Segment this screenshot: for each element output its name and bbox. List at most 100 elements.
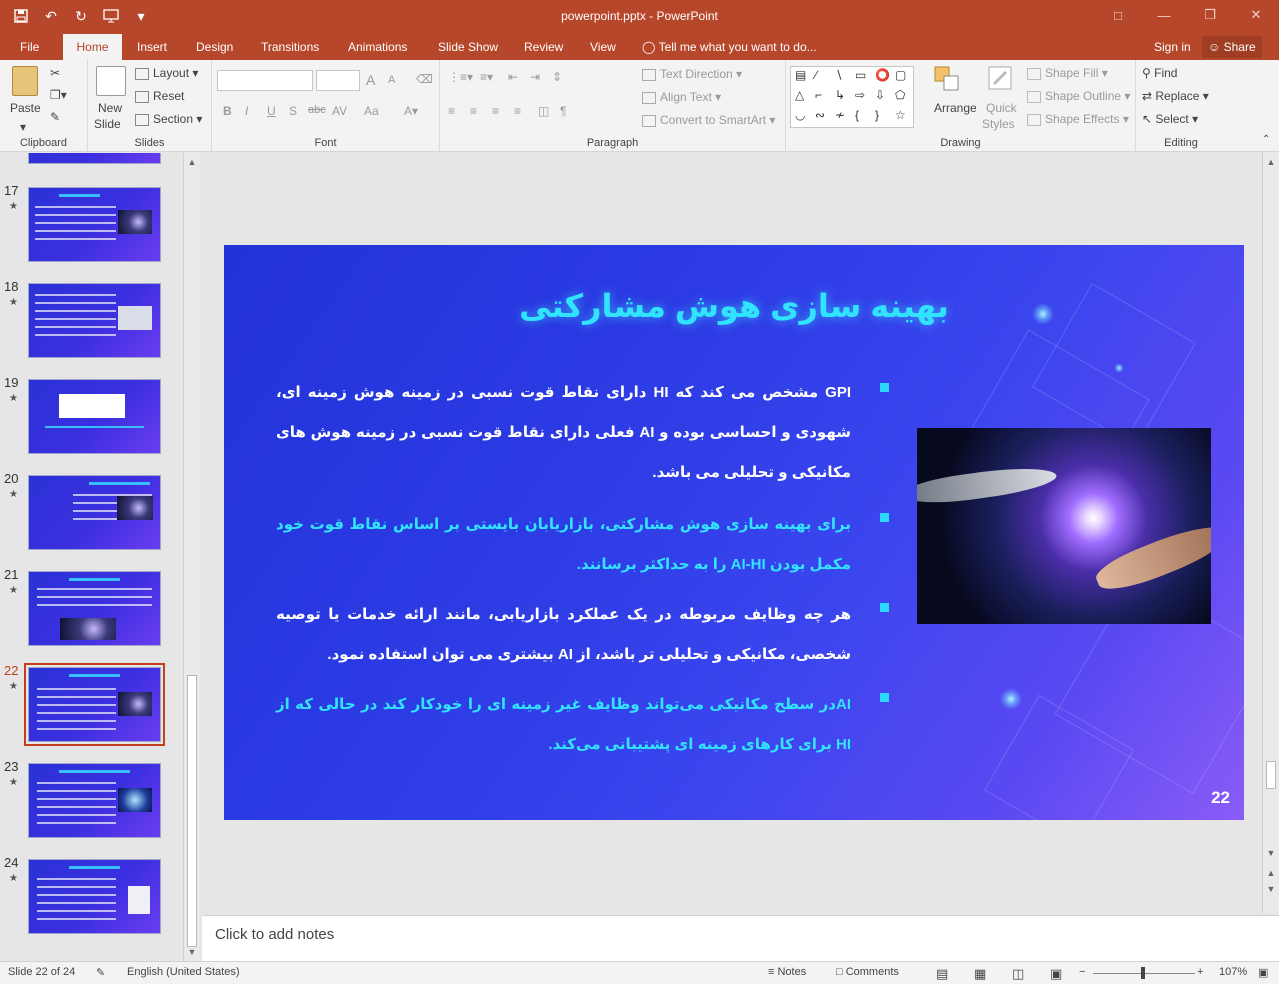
collapse-ribbon-icon[interactable]: ⌃ <box>1262 134 1270 145</box>
tab-home[interactable]: Home <box>63 34 122 60</box>
notes-placeholder[interactable]: Click to add notes <box>215 926 334 943</box>
tell-me-search[interactable]: ◯ Tell me what you want to do... <box>642 34 817 60</box>
slide-thumbnail[interactable] <box>28 475 161 550</box>
slide-thumbnail[interactable] <box>28 283 161 358</box>
tab-view[interactable]: View <box>582 34 624 60</box>
bold-button[interactable]: B <box>223 104 232 118</box>
paste-icon[interactable] <box>12 66 38 96</box>
scroll-up-icon[interactable]: ▲ <box>1263 154 1279 170</box>
slide-thumbnail[interactable] <box>28 187 161 262</box>
new-slide-icon[interactable] <box>96 66 126 96</box>
thumbnail-22[interactable]: 22 ★ <box>0 663 184 759</box>
font-color-icon[interactable]: A▾ <box>404 104 418 118</box>
comments-toggle[interactable]: □ Comments <box>836 966 899 978</box>
paste-button[interactable]: Paste <box>10 101 41 115</box>
char-spacing-button[interactable]: AV <box>332 104 347 118</box>
zoom-slider-handle[interactable] <box>1141 967 1145 979</box>
replace-button[interactable]: ⇄ Replace ▾ <box>1142 89 1209 103</box>
triangle-shape-icon[interactable]: △ <box>795 88 804 102</box>
current-slide[interactable]: بهینه سازی هوش مشارکتی GPI مشخص می کند ک… <box>224 245 1244 820</box>
line2-shape-icon[interactable]: ∖ <box>835 68 843 82</box>
numbering-icon[interactable]: ≡▾ <box>480 70 493 84</box>
scroll-down-icon[interactable]: ▼ <box>184 944 200 960</box>
shape-fill-button[interactable]: Shape Fill ▾ <box>1027 66 1108 80</box>
tab-slide-show[interactable]: Slide Show <box>430 34 506 60</box>
ribbon-display-icon[interactable]: □ <box>1095 0 1141 30</box>
cut-icon[interactable]: ✂ <box>50 66 60 80</box>
align-left-icon[interactable]: ≡ <box>448 104 455 118</box>
notes-toggle[interactable]: ≡ Notes <box>768 966 806 978</box>
text-direction-button[interactable]: Text Direction ▾ <box>642 67 742 81</box>
slide-thumbnail[interactable] <box>28 859 161 934</box>
thumbnail-scrollbar[interactable]: ▲ ▼ <box>183 153 200 961</box>
convert-smartart-button[interactable]: Convert to SmartArt ▾ <box>642 113 775 127</box>
slide-title[interactable]: بهینه سازی هوش مشارکتی <box>224 287 1244 325</box>
decrease-indent-icon[interactable]: ⇤ <box>508 70 518 84</box>
slide-thumbnail[interactable] <box>28 379 161 454</box>
shape-effects-button[interactable]: Shape Effects ▾ <box>1027 112 1129 126</box>
clear-formatting-icon[interactable]: ⌫ <box>416 72 433 86</box>
bullet-text[interactable]: هر چه وظایف مربوطه در یک عملکرد بازاریاب… <box>276 595 851 675</box>
scroll-thumb[interactable] <box>1266 761 1276 789</box>
italic-button[interactable]: I <box>245 104 248 118</box>
bullet-text[interactable]: برای بهینه سازی هوش مشارکتی، بازاریابان … <box>276 505 851 585</box>
new-slide-label[interactable]: Slide <box>94 117 121 131</box>
bullets-icon[interactable]: ⋮≡▾ <box>448 70 473 84</box>
thumbnail-24[interactable]: 24 ★ <box>0 855 184 951</box>
format-painter-icon[interactable]: ✎ <box>50 110 60 124</box>
tab-animations[interactable]: Animations <box>340 34 415 60</box>
thumbnail-21[interactable]: 21 ★ <box>0 567 184 663</box>
next-slide-icon[interactable]: ▼ <box>1263 881 1279 897</box>
change-case-button[interactable]: Aa <box>364 104 379 118</box>
pentagon-shape-icon[interactable]: ⬠ <box>895 88 905 102</box>
find-button[interactable]: ⚲ Find <box>1142 66 1177 80</box>
slide-thumbnail[interactable] <box>28 153 161 164</box>
normal-view-icon[interactable]: ▤ <box>936 966 948 982</box>
strikethrough-button[interactable]: abc <box>308 104 326 116</box>
font-size-combo[interactable] <box>316 70 360 91</box>
quick-styles-icon[interactable] <box>986 64 1016 97</box>
thumbnail-23[interactable]: 23 ★ <box>0 759 184 855</box>
sign-in-link[interactable]: Sign in <box>1154 34 1191 60</box>
spell-check-icon[interactable]: ✎ <box>96 966 105 979</box>
freeform-shape-icon[interactable]: ≁ <box>835 108 845 122</box>
zoom-out-icon[interactable]: − <box>1079 966 1085 978</box>
thumbnail-19[interactable]: 19 ★ <box>0 375 184 471</box>
star-shape-icon[interactable]: ☆ <box>895 108 906 122</box>
shadow-button[interactable]: S <box>289 104 297 118</box>
layout-button[interactable]: Layout ▾ <box>135 66 198 80</box>
brace-right-shape-icon[interactable]: } <box>875 108 879 122</box>
rounded-rect-shape-icon[interactable]: ▢ <box>895 68 906 82</box>
quick-button[interactable]: Quick <box>986 101 1017 115</box>
underline-button[interactable]: U <box>267 104 276 118</box>
down-arrow-shape-icon[interactable]: ⇩ <box>875 88 885 102</box>
align-center-icon[interactable]: ≡ <box>470 104 477 118</box>
tab-insert[interactable]: Insert <box>129 34 175 60</box>
align-text-button[interactable]: Align Text ▾ <box>642 90 721 104</box>
arc-shape-icon[interactable]: ◡ <box>795 108 805 122</box>
section-button[interactable]: Section ▾ <box>135 112 202 126</box>
bent-arrow-shape-icon[interactable]: ↳ <box>835 88 845 102</box>
slideshow-view-icon[interactable]: ▣ <box>1050 966 1062 982</box>
connector-shape-icon[interactable]: ⌐ <box>815 88 822 102</box>
increase-indent-icon[interactable]: ⇥ <box>530 70 540 84</box>
notes-pane[interactable]: Click to add notes <box>202 915 1279 961</box>
shrink-font-button[interactable]: A <box>388 74 395 86</box>
tab-review[interactable]: Review <box>516 34 571 60</box>
zoom-level[interactable]: 107% <box>1219 966 1247 978</box>
previous-slide-icon[interactable]: ▲ <box>1263 865 1279 881</box>
reading-view-icon[interactable]: ◫ <box>1012 966 1024 982</box>
scroll-thumb[interactable] <box>187 675 197 947</box>
thumbnail-20[interactable]: 20 ★ <box>0 471 184 567</box>
share-button[interactable]: ☺ Share <box>1202 36 1262 58</box>
scroll-down-icon[interactable]: ▼ <box>1263 845 1279 861</box>
new-slide-button[interactable]: New <box>98 101 122 115</box>
thumbnail-17[interactable]: 17 ★ <box>0 183 184 279</box>
editor-scrollbar[interactable]: ▲ ▼ ▲ ▼ <box>1262 153 1279 913</box>
oval-shape-icon[interactable]: ⭕ <box>875 68 890 82</box>
justify-icon[interactable]: ≡ <box>514 104 521 118</box>
scroll-up-icon[interactable]: ▲ <box>184 154 200 170</box>
minimize-icon[interactable]: — <box>1141 0 1187 30</box>
rectangle-shape-icon[interactable]: ▭ <box>855 68 866 82</box>
close-icon[interactable]: ✕ <box>1233 0 1279 30</box>
